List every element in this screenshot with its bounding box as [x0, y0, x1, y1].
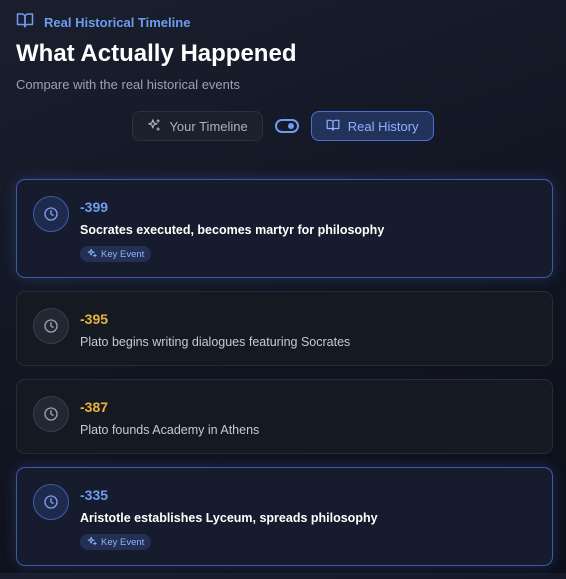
event-year: -335: [80, 487, 109, 503]
sparkles-icon: [87, 536, 97, 549]
key-event-label: Key Event: [101, 536, 145, 548]
page-subtitle: Compare with the real historical events: [16, 77, 240, 92]
real-history-label: Real History: [347, 118, 419, 134]
event-card[interactable]: -395 Plato begins writing dialogues feat…: [16, 291, 553, 366]
clock-icon: [33, 484, 69, 520]
real-history-button[interactable]: Real History: [310, 111, 434, 141]
event-description: Socrates executed, becomes martyr for ph…: [80, 223, 385, 237]
event-description: Aristotle establishes Lyceum, spreads ph…: [80, 511, 378, 525]
event-year: -399: [80, 199, 109, 215]
key-event-label: Key Event: [101, 248, 145, 260]
key-event-badge: Key Event: [80, 246, 152, 262]
event-card[interactable]: -399 Socrates executed, becomes martyr f…: [16, 179, 553, 278]
clock-icon: [33, 308, 69, 344]
page-title: What Actually Happened: [16, 40, 297, 67]
event-description: Plato begins writing dialogues featuring…: [80, 335, 351, 349]
event-description: Plato founds Academy in Athens: [80, 423, 260, 437]
clock-icon: [33, 396, 69, 432]
your-timeline-button[interactable]: Your Timeline: [132, 111, 263, 141]
clock-icon: [33, 196, 69, 232]
sparkles-icon: [147, 118, 161, 135]
event-card[interactable]: -387 Plato founds Academy in Athens: [16, 379, 553, 454]
book-open-icon: [16, 11, 34, 34]
view-toggle: Your Timeline Real History: [0, 111, 566, 141]
book-open-icon: [326, 118, 340, 135]
brand-label: Real Historical Timeline: [44, 15, 191, 30]
key-event-badge: Key Event: [80, 534, 152, 550]
brand-header: Real Historical Timeline: [16, 11, 190, 34]
event-year: -395: [80, 311, 109, 327]
event-list: -399 Socrates executed, becomes martyr f…: [16, 179, 553, 579]
toggle-switch-icon[interactable]: [274, 119, 299, 133]
event-year: -387: [80, 399, 109, 415]
sparkles-icon: [87, 248, 97, 261]
your-timeline-label: Your Timeline: [169, 118, 248, 134]
event-card[interactable]: -335 Aristotle establishes Lyceum, sprea…: [16, 467, 553, 566]
